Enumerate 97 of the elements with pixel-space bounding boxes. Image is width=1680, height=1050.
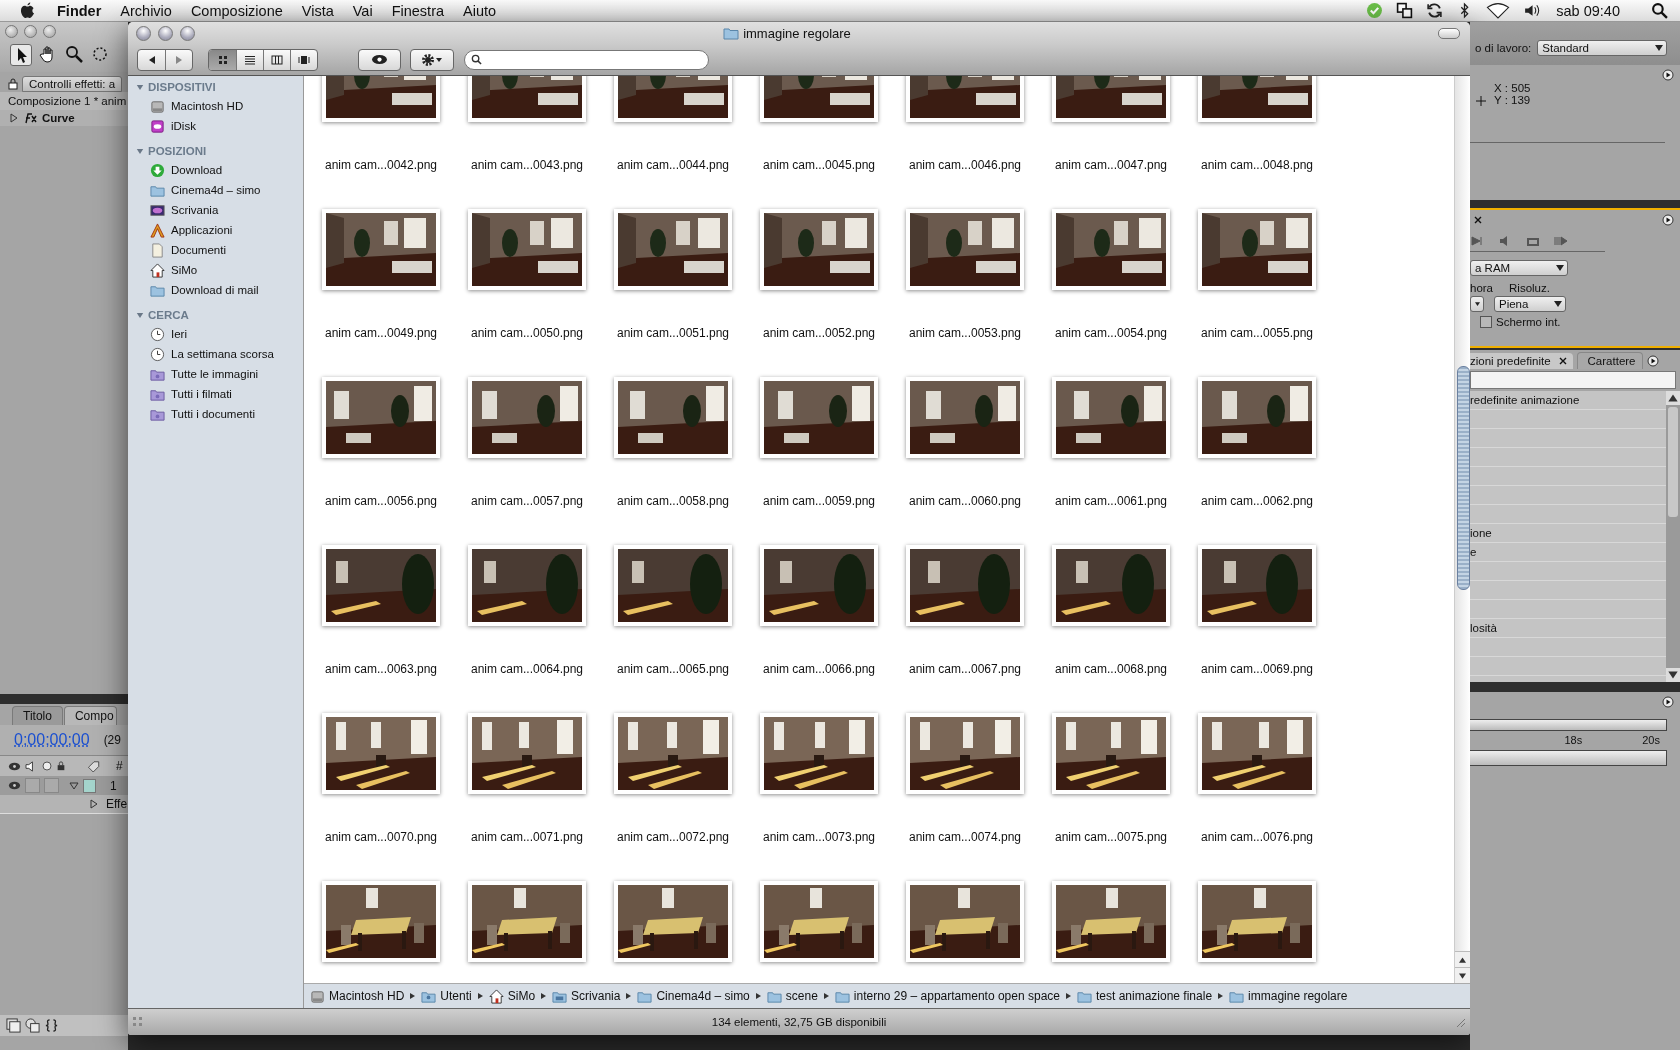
menu-clock[interactable]: sab 09:40 [1556, 2, 1620, 19]
file-name: anim cam...0064.png [470, 661, 584, 677]
field-label: hora [1470, 282, 1494, 294]
file-name: anim cam...0076.png [1200, 829, 1314, 845]
file-name: anim cam...0067.png [908, 661, 1022, 677]
file-name: anim cam...0072.png [616, 829, 730, 845]
sidebar-item[interactable]: SiMo [128, 260, 303, 280]
file-name: anim cam...0062.png [1200, 493, 1314, 509]
frame-rate: (29 [103, 733, 121, 747]
file-name: anim cam...0065.png [616, 661, 730, 677]
file-name: anim cam...0049.png [324, 325, 438, 341]
file-name: anim cam...0055.png [1200, 325, 1314, 341]
file-name: anim cam...0073.png [762, 829, 876, 845]
menu-item[interactable]: Archivio [120, 2, 172, 19]
sidebar-heading: POSIZIONI [148, 145, 207, 157]
file-name: anim cam...0066.png [762, 661, 876, 677]
file-name: anim cam...0057.png [470, 493, 584, 509]
panel-tab[interactable]: Carattere [1576, 352, 1643, 369]
effect-name: Curve [42, 112, 75, 124]
file-name: anim cam...0063.png [324, 661, 438, 677]
file-name: anim cam...0070.png [324, 829, 438, 845]
status-text: 134 elementi, 32,75 GB disponibili [710, 1016, 888, 1028]
checkbox-label: Schermo int. [1496, 316, 1561, 328]
sidebar-item[interactable]: Tutti i documenti [128, 404, 303, 424]
sidebar-item[interactable]: Download di mail [128, 280, 303, 300]
layer-number: 1 [110, 778, 117, 793]
sidebar-heading: DISPOSITIVI [148, 81, 216, 93]
menu-item[interactable]: Composizione [190, 2, 283, 19]
file-name: anim cam...0059.png [762, 493, 876, 509]
path-item[interactable]: test animazione finale [1077, 988, 1213, 1004]
file-name: anim cam...0052.png [762, 325, 876, 341]
file-name: anim cam...0044.png [616, 157, 730, 173]
preset-item[interactable]: redefinite animazione [1470, 394, 1580, 406]
path-item[interactable]: Macintosh HD [310, 988, 405, 1004]
menu-item[interactable]: Finestra [391, 2, 445, 19]
column-header: # [116, 759, 123, 773]
sidebar-item[interactable]: Ieri [128, 324, 303, 344]
sidebar-item[interactable]: Cinema4d – simo [128, 180, 303, 200]
file-name: anim cam...0042.png [324, 157, 438, 173]
sidebar-item[interactable]: Documenti [128, 240, 303, 260]
sidebar-item[interactable]: Applicazioni [128, 220, 303, 240]
file-name: anim cam...0046.png [908, 157, 1022, 173]
file-name: anim cam...0075.png [1054, 829, 1168, 845]
preset-item[interactable]: e [1470, 546, 1477, 558]
file-name: anim cam...0048.png [1200, 157, 1314, 173]
preview-dropdown[interactable]: a RAM [1470, 260, 1568, 276]
ruler-label: 18s [1564, 734, 1583, 747]
path-item[interactable]: scene [766, 988, 818, 1004]
file-name: anim cam...0045.png [762, 157, 876, 173]
file-name: anim cam...0058.png [616, 493, 730, 509]
menu-item[interactable]: Vai [352, 2, 373, 19]
file-name: anim cam...0060.png [908, 493, 1022, 509]
workspace-dropdown[interactable]: Standard [1537, 39, 1668, 56]
file-name: anim cam...0053.png [908, 325, 1022, 341]
panel-tab[interactable]: Controlli effetti: a [22, 76, 123, 92]
file-name: anim cam...0056.png [324, 493, 438, 509]
sidebar-heading: CERCA [148, 309, 189, 321]
file-name: anim cam...0051.png [616, 325, 730, 341]
panel-tab[interactable]: Titolo [12, 706, 63, 725]
panel-tab[interactable]: zioni predefinite [1470, 352, 1573, 369]
file-name: anim cam...0069.png [1200, 661, 1314, 677]
path-item[interactable]: SiMo [488, 988, 536, 1004]
path-item[interactable]: Utenti [421, 988, 472, 1004]
path-item[interactable]: Scrivania [552, 988, 621, 1004]
sidebar-item[interactable]: Download [128, 160, 303, 180]
file-name: anim cam...0054.png [1054, 325, 1168, 341]
field-label: Risoluz. [1509, 282, 1550, 294]
resolution-dropdown[interactable]: Piena [1494, 296, 1566, 312]
file-name: anim cam...0047.png [1054, 157, 1168, 173]
composition-name: Composizione 1 * anim [0, 92, 128, 110]
coordinate-readout: X : 505 [1494, 82, 1531, 94]
sidebar-item[interactable]: iDisk [128, 116, 303, 136]
sidebar-item[interactable]: Tutti i filmati [128, 384, 303, 404]
file-name: anim cam...0071.png [470, 829, 584, 845]
file-name: anim cam...0043.png [470, 157, 584, 173]
menu-item[interactable]: Finder [57, 2, 102, 19]
sidebar-item[interactable]: Macintosh HD [128, 96, 303, 116]
coordinate-readout: Y : 139 [1494, 94, 1531, 106]
path-item[interactable]: interno 29 – appartamento open space [834, 988, 1060, 1004]
menu-item[interactable]: Aiuto [463, 2, 497, 19]
file-name: anim cam...0074.png [908, 829, 1022, 845]
file-name: anim cam...0061.png [1054, 493, 1168, 509]
ruler-label: 20s [1642, 734, 1660, 747]
sidebar-item[interactable]: La settimana scorsa [128, 344, 303, 364]
file-name: anim cam...0050.png [470, 325, 584, 341]
sidebar-item[interactable]: Scrivania [128, 200, 303, 220]
path-item[interactable]: immagine regolare [1229, 988, 1348, 1004]
preset-item[interactable]: losità [1470, 622, 1497, 634]
menu-item[interactable]: Vista [301, 2, 334, 19]
path-item[interactable]: Cinema4d – simo [637, 988, 750, 1004]
sidebar-item[interactable]: Tutte le immagini [128, 364, 303, 384]
workspace-label: o di lavoro: [1475, 41, 1532, 54]
effects-row-label: Effe [106, 797, 128, 811]
preset-item[interactable]: ione [1470, 527, 1492, 539]
panel-tab[interactable]: Compo [63, 706, 117, 725]
file-name: anim cam...0068.png [1054, 661, 1168, 677]
window-title: immagine regolare [743, 25, 851, 41]
